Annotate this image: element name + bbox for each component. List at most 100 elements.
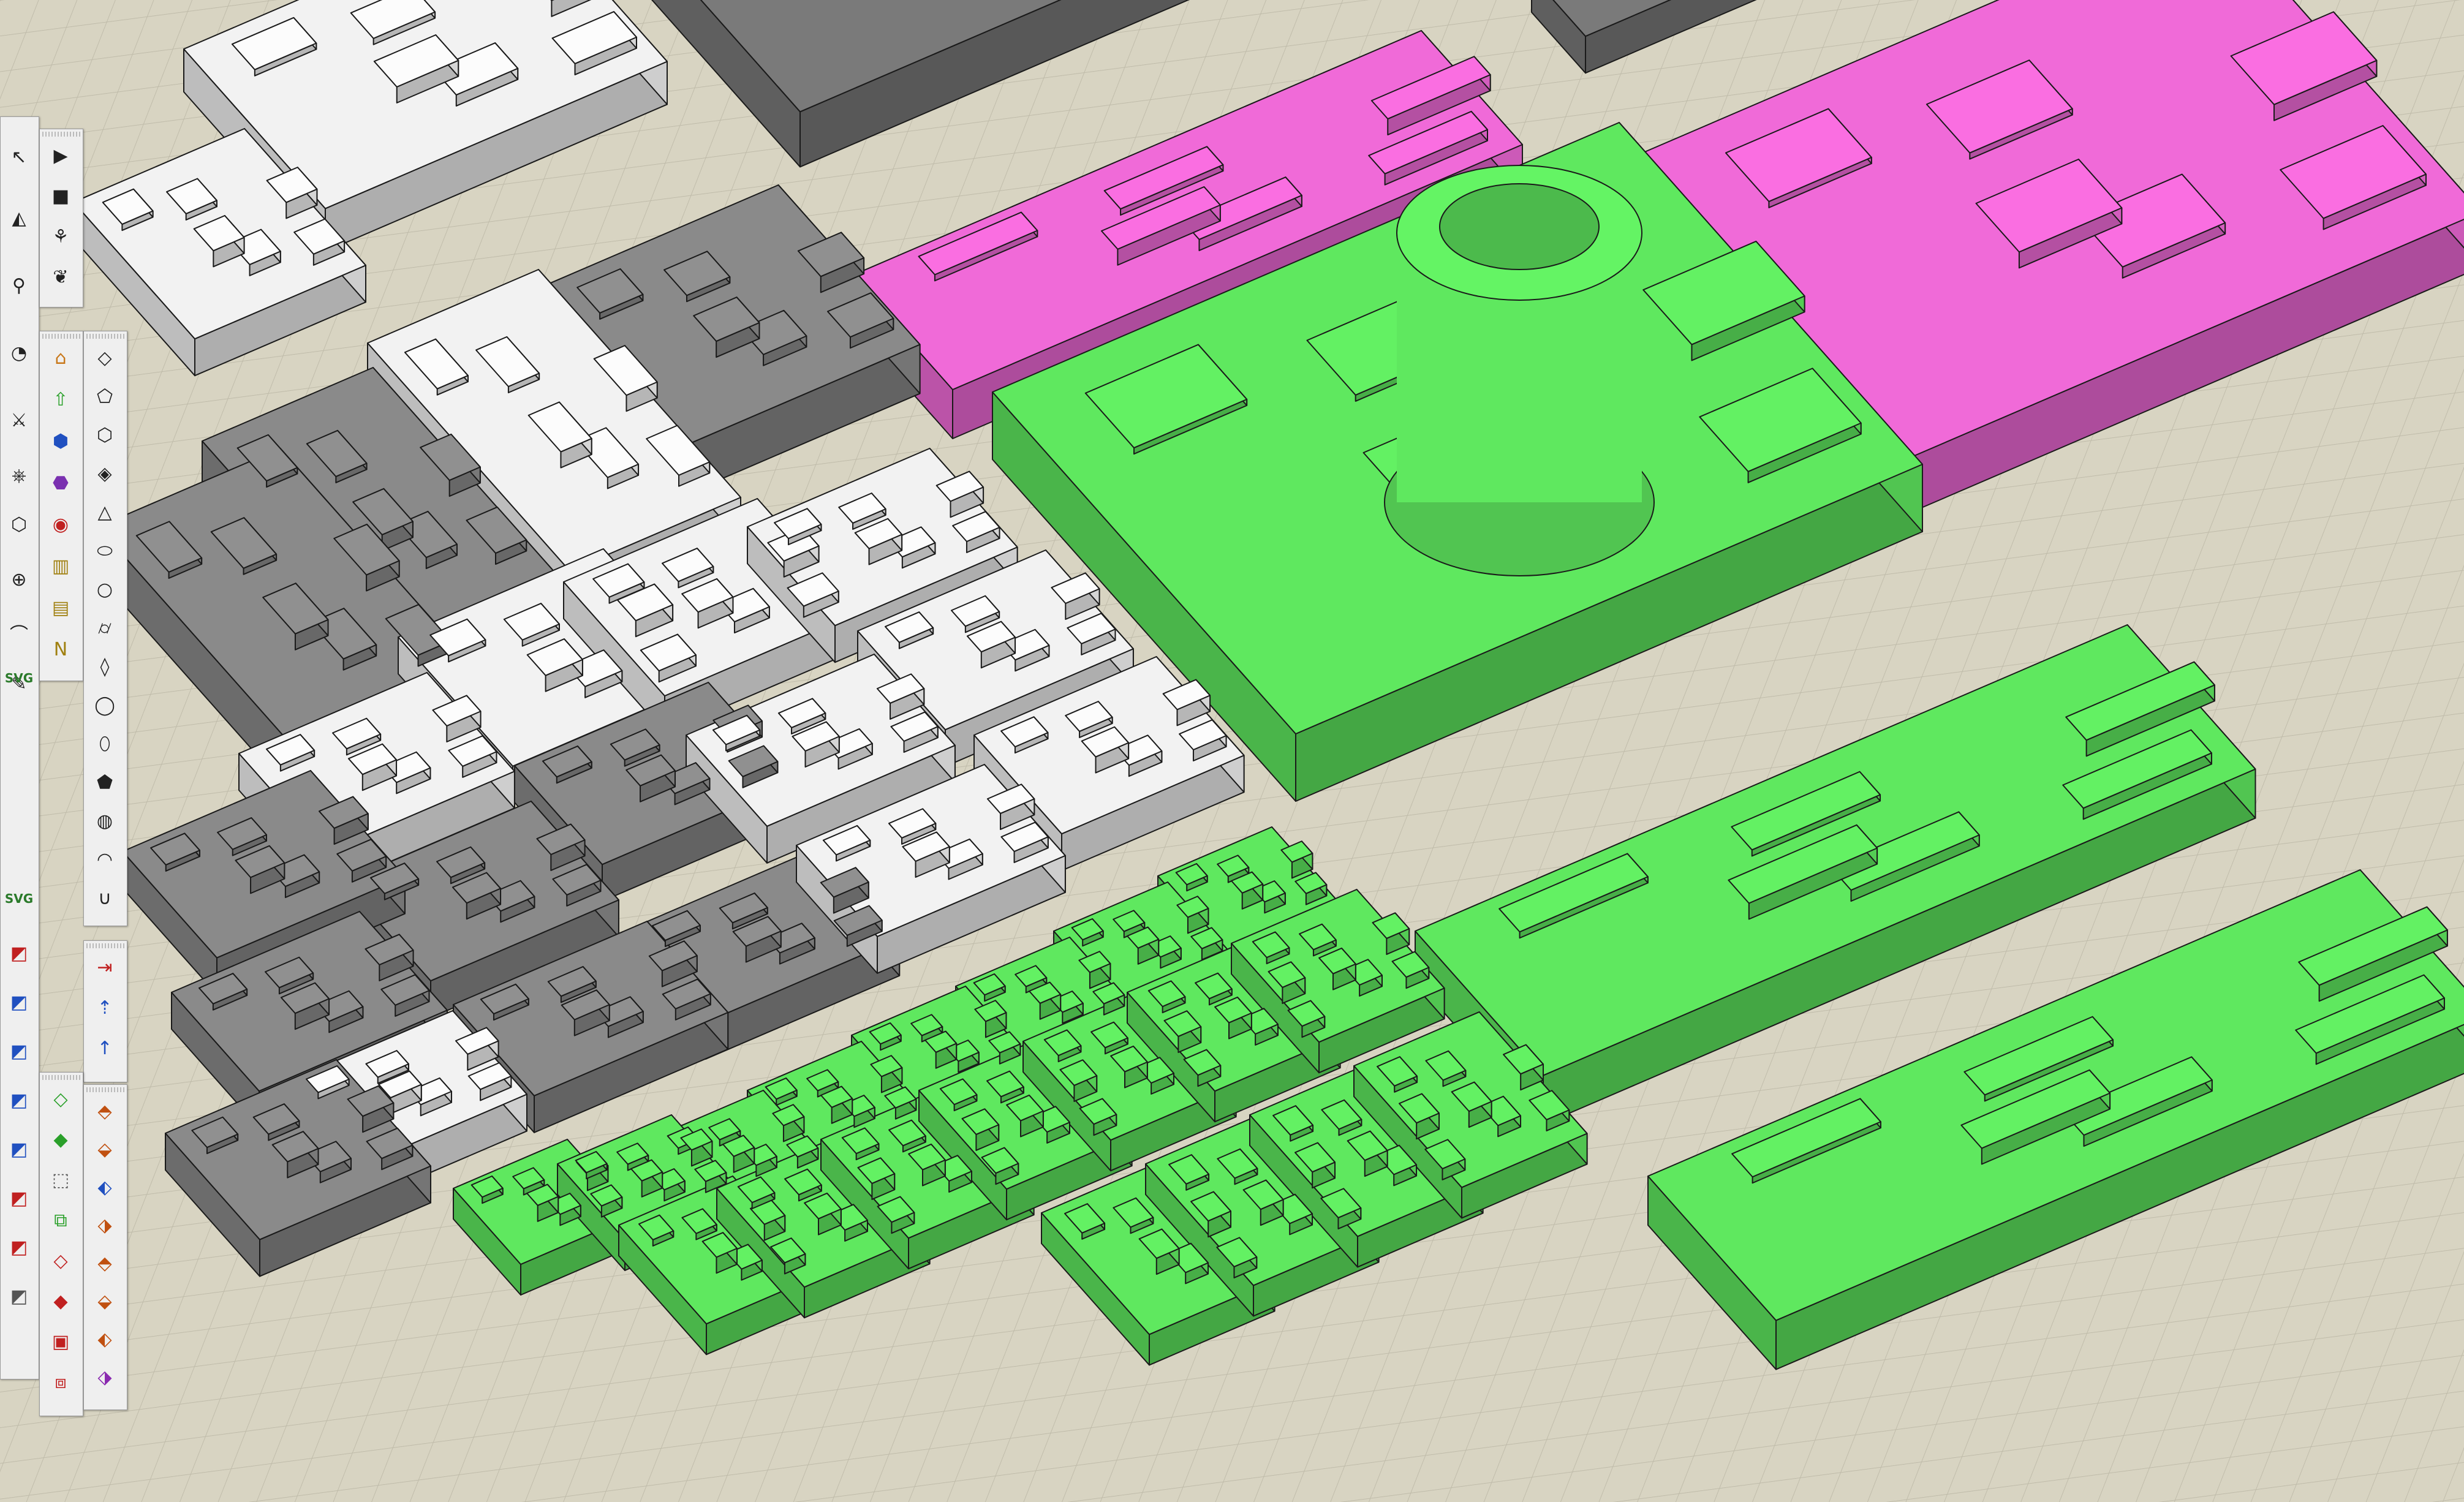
chart-button[interactable]: ▥ xyxy=(45,551,77,583)
align-button[interactable]: ▤ xyxy=(45,592,77,624)
solid-outer-button[interactable]: ⬙ xyxy=(89,1286,121,1318)
arrow-up-button[interactable]: ⇧ xyxy=(45,384,77,416)
pyramid-tool-button[interactable]: ◭ xyxy=(3,203,35,235)
shape-1-button[interactable]: ◇ xyxy=(89,342,121,374)
sphere-icon: ◍ xyxy=(96,810,113,832)
magnet-button[interactable]: ∪ xyxy=(89,883,121,915)
arrow-up-icon: ⇧ xyxy=(53,389,69,410)
move-z-icon: ↑ xyxy=(97,1038,113,1059)
solid-union-button[interactable]: ⬘ xyxy=(89,1096,121,1128)
green-tower-cylinder[interactable] xyxy=(1384,165,1655,576)
misc-tool-button[interactable]: ◩ xyxy=(3,1085,35,1117)
dome-button[interactable]: ◠ xyxy=(89,844,121,876)
polygon-button[interactable]: ⬟ xyxy=(89,767,121,799)
circle-icon: ○ xyxy=(96,579,113,600)
chart-icon: ▥ xyxy=(51,556,70,577)
spiral-button[interactable]: ◉ xyxy=(45,509,77,541)
face-filled-button[interactable]: ◆ xyxy=(45,1124,77,1156)
shape-6-button[interactable]: ⬭ xyxy=(89,535,121,567)
curve-tool-button[interactable]: ⌒ xyxy=(3,619,35,651)
misc-tool-button[interactable]: ◩ xyxy=(3,1134,35,1166)
shape-5-button[interactable]: △ xyxy=(89,497,121,529)
misc-tool-button[interactable]: ◩ xyxy=(3,1281,35,1313)
shape-2-button[interactable]: ⬠ xyxy=(89,381,121,413)
shield-tool-button[interactable]: ⬡ xyxy=(3,509,35,541)
cube-red-button[interactable]: ▣ xyxy=(45,1326,77,1358)
ne-button[interactable]: N xyxy=(45,634,77,666)
solid-combine-icon: ⬖ xyxy=(97,1329,112,1350)
solid-trim-button[interactable]: ⬗ xyxy=(89,1210,121,1242)
face-button[interactable]: ◇ xyxy=(45,1084,77,1115)
solid-fill-button[interactable]: ⬗ xyxy=(89,1362,121,1394)
play-button[interactable]: ▶ xyxy=(45,140,77,172)
solid-split-button[interactable]: ⬘ xyxy=(89,1248,121,1280)
bird-outline-icon: ❦ xyxy=(53,266,69,288)
dome-icon: ◠ xyxy=(96,849,113,870)
box-stack-button[interactable]: ⧉ xyxy=(45,1205,77,1237)
shape-3-button[interactable]: ⬡ xyxy=(89,420,121,451)
move-x-button[interactable]: ⇥ xyxy=(89,952,121,984)
move-x-icon: ⇥ xyxy=(97,957,113,978)
cylinder-icon: ⌭ xyxy=(98,617,111,639)
select-arrow-tool-button[interactable]: ↖ xyxy=(3,142,35,173)
misc-tool-button[interactable]: ◩ xyxy=(3,987,35,1019)
move-z-button[interactable]: ↑ xyxy=(89,1033,121,1065)
pin-tool-button[interactable]: ⚲ xyxy=(3,270,35,302)
hexagon-icon: ⬣ xyxy=(52,472,69,494)
cube-stack-button[interactable]: ⧈ xyxy=(45,1367,77,1398)
cube-button[interactable]: ⬢ xyxy=(45,426,77,458)
diamond-fill-button[interactable]: ◆ xyxy=(45,1286,77,1318)
move-y-button[interactable]: ⇡ xyxy=(89,992,121,1024)
bird-icon: ⚘ xyxy=(52,226,69,247)
wheel-icon: ⎈ xyxy=(12,465,26,486)
svg-import-button[interactable]: SVG xyxy=(3,662,35,694)
shape-5-icon: △ xyxy=(97,502,112,523)
shape-4-icon: ◈ xyxy=(97,463,112,485)
misc-tool-icon: ◩ xyxy=(10,992,28,1013)
solid-combine-button[interactable]: ⬖ xyxy=(89,1324,121,1356)
face-filled-icon: ◆ xyxy=(53,1129,68,1150)
move-y-icon: ⇡ xyxy=(97,997,113,1019)
crosshair-tool-button[interactable]: ⊕ xyxy=(3,564,35,596)
solid-union-icon: ⬘ xyxy=(97,1101,112,1122)
lens-button[interactable]: ⬯ xyxy=(89,728,121,760)
cube-icon: ⬢ xyxy=(52,431,69,452)
ne-icon: N xyxy=(53,639,68,660)
ring-button[interactable]: ◯ xyxy=(89,690,121,722)
diamond-red-button[interactable]: ◇ xyxy=(45,1245,77,1277)
bird-button[interactable]: ⚘ xyxy=(45,221,77,253)
misc-tool-button[interactable]: ◩ xyxy=(3,1183,35,1215)
hexagon-button[interactable]: ⬣ xyxy=(45,467,77,499)
misc-tool-button[interactable]: ◩ xyxy=(3,1232,35,1264)
svg-export-button[interactable]: SVG xyxy=(3,883,35,915)
pyramid-icon: ◭ xyxy=(12,208,26,229)
cylinder-button[interactable]: ⌭ xyxy=(89,613,121,644)
diamond-fill-icon: ◆ xyxy=(53,1291,68,1312)
misc-tool-button[interactable]: ◩ xyxy=(3,1036,35,1068)
stop-button[interactable]: ■ xyxy=(45,181,77,213)
transform-toolbar: ⇥ ⇡ ↑ xyxy=(83,940,127,1082)
cube-stack-icon: ⧈ xyxy=(55,1372,67,1393)
gauge-tool-button[interactable]: ◔ xyxy=(3,338,35,369)
sword-tool-button[interactable]: ⚔ xyxy=(3,405,35,437)
drop-button[interactable]: ◊ xyxy=(89,651,121,683)
misc-tool-button[interactable]: ◩ xyxy=(3,938,35,970)
house-button[interactable]: ⌂ xyxy=(45,342,77,374)
shape-4-button[interactable]: ◈ xyxy=(89,458,121,490)
spiral-icon: ◉ xyxy=(52,514,69,535)
align-icon: ▤ xyxy=(51,597,70,619)
sphere-button[interactable]: ◍ xyxy=(89,806,121,837)
bird-outline-button[interactable]: ❦ xyxy=(45,262,77,293)
crosshair-icon: ⊕ xyxy=(11,569,27,591)
solid-subtract-button[interactable]: ⬙ xyxy=(89,1134,121,1166)
wheel-tool-button[interactable]: ⎈ xyxy=(3,460,35,492)
solids-toolbar: ◇ ◆ ⬚ ⧉ ◇ ◆ ▣ ⧈ xyxy=(39,1072,83,1416)
solid-tools-toolbar: ⬘ ⬙ ⬖ ⬗ ⬘ ⬙ ⬖ ⬗ xyxy=(83,1084,127,1410)
box-button[interactable]: ⬚ xyxy=(45,1164,77,1196)
misc-tool-icon: ◩ xyxy=(10,1041,28,1062)
solid-intersect-button[interactable]: ⬖ xyxy=(89,1172,121,1204)
3d-viewport[interactable] xyxy=(0,0,2464,1502)
circle-button[interactable]: ○ xyxy=(89,574,121,606)
house-icon: ⌂ xyxy=(55,347,67,369)
play-icon: ▶ xyxy=(53,145,68,167)
